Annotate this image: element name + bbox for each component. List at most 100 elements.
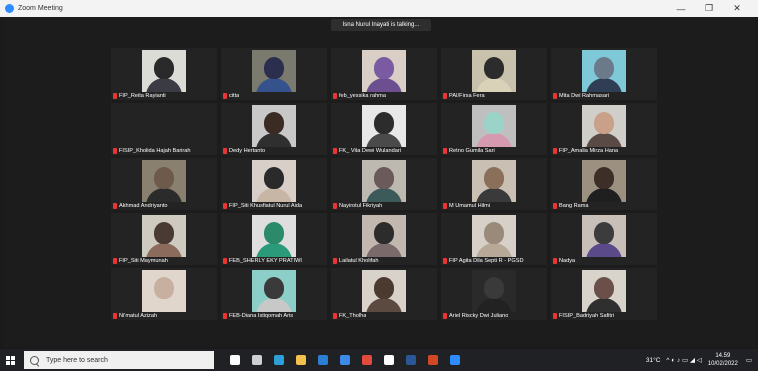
participant-name: Ariel Riscky Dwi Juliano — [449, 313, 509, 319]
participant-label: citta — [223, 93, 239, 99]
participant-tile[interactable]: Lailatul Kholifah — [331, 213, 437, 265]
participant-tile[interactable]: Retno Gumila Sari — [441, 103, 547, 155]
participant-tile[interactable]: FISIP_Badriyah Safitri — [551, 268, 657, 320]
notifications-icon[interactable]: ▭ — [746, 356, 752, 364]
taskbar-search[interactable]: Type here to search — [24, 351, 214, 369]
participant-video — [472, 215, 516, 257]
participant-video — [472, 270, 516, 312]
close-button[interactable]: ✕ — [726, 0, 748, 17]
participant-tile[interactable]: FISIP_Kholida Hajah Barirah — [111, 103, 217, 155]
search-placeholder: Type here to search — [46, 356, 108, 364]
tray-icons[interactable]: ^ ◐ ♪ ▭ ◢ ◁ — [666, 356, 701, 364]
muted-mic-icon — [553, 148, 557, 154]
title-bar: Zoom Meeting — ❐ ✕ — [0, 0, 758, 17]
participant-label: feb_yessika rahma — [333, 93, 386, 99]
participant-tile[interactable]: Bang Rama — [551, 158, 657, 210]
participant-label: FIP_Siti Khusfiatul Nurul Aida — [223, 203, 302, 209]
task-view-icon[interactable] — [246, 349, 268, 371]
participant-tile[interactable]: FIP Agita Dila Septi R - PGSD — [441, 213, 547, 265]
participant-label: Nadya — [553, 258, 575, 264]
participant-name: FIP_Reita Rayianti — [119, 93, 166, 99]
participant-tile[interactable]: Mita Dwi Rahmasari — [551, 48, 657, 100]
muted-mic-icon — [223, 148, 227, 154]
participant-name: FK_ Vita Dewi Wulandari — [339, 148, 401, 154]
muted-mic-icon — [443, 148, 447, 154]
weather-label[interactable]: 31°C — [646, 357, 661, 364]
windows-taskbar: Type here to search 31°C ^ ◐ ♪ ▭ ◢ ◁ 14.… — [0, 349, 758, 371]
muted-mic-icon — [553, 313, 557, 319]
participant-name: Retno Gumila Sari — [449, 148, 495, 154]
minimize-button[interactable]: — — [670, 0, 692, 17]
participant-tile[interactable]: Akhmad Andriyanto — [111, 158, 217, 210]
powerpoint-icon[interactable] — [422, 349, 444, 371]
participant-tile[interactable]: feb_yessika rahma — [331, 48, 437, 100]
participant-label: Mita Dwi Rahmasari — [553, 93, 609, 99]
participant-label: FK_ Vita Dewi Wulandari — [333, 148, 401, 154]
dropbox-icon[interactable] — [334, 349, 356, 371]
participant-video — [252, 105, 296, 147]
participant-video — [252, 215, 296, 257]
participant-label: FIP Agita Dila Septi R - PGSD — [443, 258, 524, 264]
participant-video — [582, 160, 626, 202]
participant-tile[interactable]: Nadya — [551, 213, 657, 265]
participant-video — [142, 50, 186, 92]
participant-name: Mita Dwi Rahmasari — [559, 93, 610, 99]
participant-name: Dedy Hertanto — [229, 148, 266, 154]
participant-tile[interactable]: FK_ Vita Dewi Wulandari — [331, 103, 437, 155]
participant-tile[interactable]: FK_Tholha — [331, 268, 437, 320]
muted-mic-icon — [113, 258, 117, 264]
muted-mic-icon — [443, 258, 447, 264]
participant-name: Ni'matul Azizah — [119, 313, 158, 319]
mail-icon[interactable] — [312, 349, 334, 371]
maximize-button[interactable]: ❐ — [698, 0, 720, 17]
participant-video — [252, 160, 296, 202]
participant-name: FISIP_Badriyah Safitri — [559, 313, 615, 319]
muted-mic-icon — [113, 203, 117, 209]
participant-tile[interactable]: FIP_Siti Maymunah — [111, 213, 217, 265]
participant-name: FIP_Siti Maymunah — [119, 258, 168, 264]
participant-tile[interactable]: Ariel Riscky Dwi Juliano — [441, 268, 547, 320]
participant-tile[interactable]: PAI/Firsa Fera — [441, 48, 547, 100]
muted-mic-icon — [333, 148, 337, 154]
muted-mic-icon — [223, 93, 227, 99]
participant-name: Nayirotul Fikriyah — [339, 203, 383, 209]
participant-name: citta — [229, 93, 240, 99]
file-explorer-icon[interactable] — [290, 349, 312, 371]
muted-mic-icon — [333, 203, 337, 209]
participant-video — [362, 160, 406, 202]
participant-name: FISIP_Kholida Hajah Barirah — [119, 148, 191, 154]
participant-tile[interactable]: Dedy Hertanto — [221, 103, 327, 155]
participant-label: Ariel Riscky Dwi Juliano — [443, 313, 508, 319]
participant-tile[interactable]: FIP_Amalia Mirza Hana — [551, 103, 657, 155]
clock-time: 14.59 — [715, 353, 731, 359]
word-icon[interactable] — [400, 349, 422, 371]
clock-date: 10/02/2022 — [707, 361, 738, 367]
participant-name: FIP Agita Dila Septi R - PGSD — [449, 258, 524, 264]
participant-label: M Umamul Hilmi — [443, 203, 490, 209]
participant-video — [142, 105, 186, 147]
participant-label: FIP_Siti Maymunah — [113, 258, 168, 264]
participant-label: FISIP_Kholida Hajah Barirah — [113, 148, 191, 154]
participant-tile[interactable]: citta — [221, 48, 327, 100]
participant-tile[interactable]: M Umamul Hilmi — [441, 158, 547, 210]
participant-tile[interactable]: FEB_SHERLY EKY PRATIWI — [221, 213, 327, 265]
participant-label: FISIP_Badriyah Safitri — [553, 313, 614, 319]
participant-tile[interactable]: FIP_Siti Khusfiatul Nurul Aida — [221, 158, 327, 210]
participant-tile[interactable]: Ni'matul Azizah — [111, 268, 217, 320]
clock[interactable]: 14.59 10/02/2022 — [708, 352, 738, 368]
muted-mic-icon — [223, 258, 227, 264]
start-button[interactable] — [0, 349, 20, 371]
participant-name: Nadya — [559, 258, 576, 264]
muted-mic-icon — [333, 93, 337, 99]
chrome-icon[interactable] — [356, 349, 378, 371]
participant-label: FIP_Amalia Mirza Hana — [553, 148, 618, 154]
participant-tile[interactable]: Nayirotul Fikriyah — [331, 158, 437, 210]
app-icon[interactable] — [378, 349, 400, 371]
cortana-icon[interactable] — [224, 349, 246, 371]
zoom-icon[interactable] — [444, 349, 466, 371]
muted-mic-icon — [553, 203, 557, 209]
participant-tile[interactable]: FIP_Reita Rayianti — [111, 48, 217, 100]
edge-icon[interactable] — [268, 349, 290, 371]
participant-label: Nayirotul Fikriyah — [333, 203, 382, 209]
participant-tile[interactable]: FEB-Diana Istiqomah Aris — [221, 268, 327, 320]
